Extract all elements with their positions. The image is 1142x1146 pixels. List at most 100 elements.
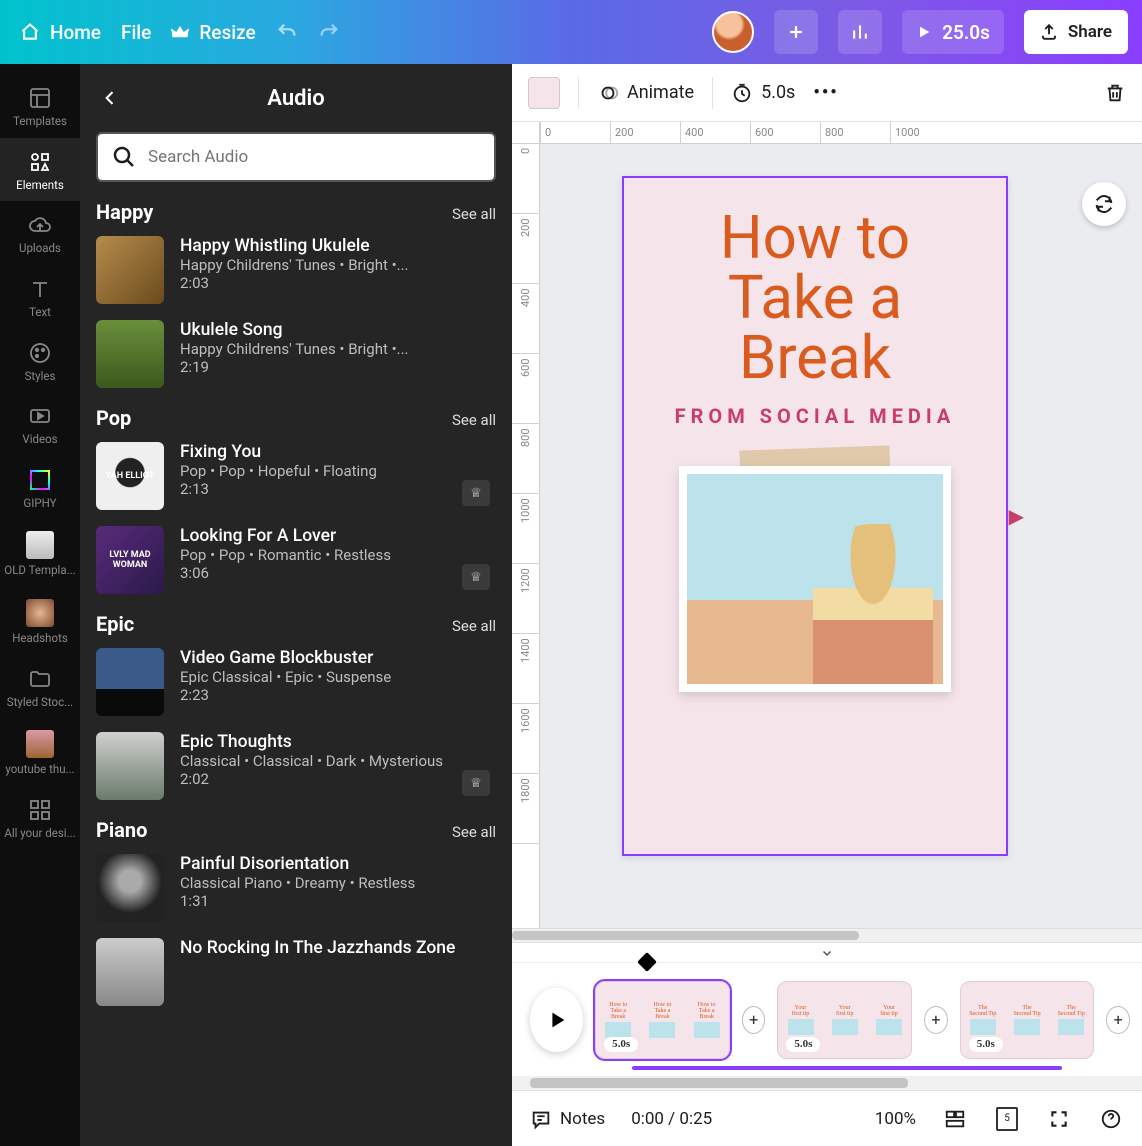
playhead[interactable] bbox=[640, 955, 654, 969]
track-duration: 2:23 bbox=[180, 686, 496, 704]
folder-thumb bbox=[26, 599, 54, 627]
track-title: Epic Thoughts bbox=[180, 732, 496, 752]
timeline-track bbox=[632, 1066, 1062, 1070]
share-button[interactable]: Share bbox=[1024, 10, 1128, 54]
sidebar-item-old-templates[interactable]: OLD Templa... bbox=[0, 519, 80, 587]
context-toolbar: Animate 5.0s ••• bbox=[512, 64, 1142, 122]
audio-track[interactable]: Happy Whistling Ukulele Happy Childrens'… bbox=[96, 236, 496, 304]
back-button[interactable] bbox=[100, 88, 120, 108]
help-button[interactable] bbox=[1098, 1106, 1124, 1132]
elements-icon bbox=[28, 150, 52, 174]
scene-duration-badge: 5.0s bbox=[786, 1037, 820, 1052]
timeline-scene[interactable]: TheSecond TipTheSecond TipTheSecond Tip5… bbox=[960, 981, 1095, 1059]
see-all-link[interactable]: See all bbox=[452, 411, 496, 429]
sidebar-item-all-designs[interactable]: All your desi... bbox=[0, 786, 80, 850]
crown-icon bbox=[171, 25, 189, 39]
search-icon bbox=[112, 145, 136, 169]
undo-button[interactable] bbox=[276, 21, 298, 43]
editor-viewport[interactable]: 02004006008001000 0200400600800100012001… bbox=[512, 122, 1142, 928]
color-swatch[interactable] bbox=[528, 77, 560, 109]
refresh-button[interactable] bbox=[1082, 182, 1126, 226]
track-tags: Happy Childrens' Tunes • Bright •... bbox=[180, 340, 496, 358]
track-duration: 2:19 bbox=[180, 358, 496, 376]
add-scene-button[interactable]: + bbox=[742, 1006, 766, 1034]
section-title: Pop bbox=[96, 406, 131, 430]
timeline-scene[interactable]: How toTake aBreakHow toTake aBreakHow to… bbox=[595, 981, 730, 1059]
track-title: Fixing You bbox=[180, 442, 496, 462]
track-tags: Classical Piano • Dreamy • Restless bbox=[180, 874, 496, 892]
track-artwork bbox=[96, 648, 164, 716]
delete-button[interactable] bbox=[1104, 82, 1126, 104]
bottom-bar: Notes 0:00 / 0:25 100% 5 bbox=[512, 1090, 1142, 1146]
videos-icon bbox=[28, 404, 52, 428]
chart-icon bbox=[850, 22, 870, 42]
animate-button[interactable]: Animate bbox=[597, 82, 694, 104]
audio-track[interactable]: YAH ELLIOT Fixing You Pop • Pop • Hopefu… bbox=[96, 442, 496, 510]
stage-photo[interactable] bbox=[679, 466, 951, 692]
horizontal-scrollbar[interactable] bbox=[512, 928, 1142, 942]
page-duration-button[interactable]: 5.0s bbox=[731, 82, 795, 104]
add-scene-button[interactable]: + bbox=[1106, 1006, 1130, 1034]
collapse-timeline-button[interactable] bbox=[512, 943, 1142, 963]
sidebar-item-youtube-thumbs[interactable]: youtube thu... bbox=[0, 718, 80, 786]
search-input[interactable] bbox=[148, 147, 480, 167]
audio-track[interactable]: Painful Disorientation Classical Piano •… bbox=[96, 854, 496, 922]
next-page-arrow[interactable]: ▶ bbox=[1009, 504, 1024, 528]
timeline-scene[interactable]: Yourfirst tipYourfirst tipYourfirst tip5… bbox=[777, 981, 912, 1059]
audio-track[interactable]: Video Game Blockbuster Epic Classical • … bbox=[96, 648, 496, 716]
track-title: Happy Whistling Ukulele bbox=[180, 236, 496, 256]
animate-icon bbox=[597, 82, 619, 104]
sidebar-item-headshots[interactable]: Headshots bbox=[0, 587, 80, 655]
audio-track[interactable]: Ukulele Song Happy Childrens' Tunes • Br… bbox=[96, 320, 496, 388]
giphy-icon bbox=[28, 468, 52, 492]
page-indicator[interactable]: 5 bbox=[994, 1106, 1020, 1132]
more-button[interactable]: ••• bbox=[813, 82, 838, 103]
sidebar-item-styled-stock[interactable]: Styled Stoc... bbox=[0, 655, 80, 719]
notes-icon bbox=[530, 1108, 552, 1130]
search-bar[interactable] bbox=[96, 132, 496, 182]
audio-track[interactable]: LVLY MAD WOMAN Looking For A Lover Pop •… bbox=[96, 526, 496, 594]
grid-view-button[interactable] bbox=[942, 1106, 968, 1132]
stage-photo-frame[interactable] bbox=[679, 466, 951, 692]
track-artwork: LVLY MAD WOMAN bbox=[96, 526, 164, 594]
zoom-readout[interactable]: 100% bbox=[875, 1109, 916, 1129]
grid-view-icon bbox=[944, 1108, 966, 1130]
track-artwork bbox=[96, 732, 164, 800]
sidebar-item-uploads[interactable]: Uploads bbox=[0, 201, 80, 265]
timeline-scrollbar[interactable] bbox=[512, 1076, 1142, 1090]
audio-track[interactable]: No Rocking In The Jazzhands Zone bbox=[96, 938, 496, 1006]
stage-title[interactable]: How to Take a Break bbox=[720, 208, 910, 388]
resize-menu[interactable]: Resize bbox=[171, 21, 255, 44]
sidebar-item-elements[interactable]: Elements bbox=[0, 138, 80, 202]
avatar[interactable] bbox=[712, 11, 754, 53]
file-menu[interactable]: File bbox=[121, 21, 151, 44]
sidebar-item-videos[interactable]: Videos bbox=[0, 392, 80, 456]
play-icon bbox=[916, 24, 932, 40]
notes-button[interactable]: Notes bbox=[530, 1108, 605, 1130]
fullscreen-button[interactable] bbox=[1046, 1106, 1072, 1132]
sidebar-item-templates[interactable]: Templates bbox=[0, 74, 80, 138]
audio-track[interactable]: Epic Thoughts Classical • Classical • Da… bbox=[96, 732, 496, 800]
track-title: Looking For A Lover bbox=[180, 526, 496, 546]
play-button[interactable] bbox=[530, 988, 583, 1052]
see-all-link[interactable]: See all bbox=[452, 205, 496, 223]
sidebar: Templates Elements Uploads Text Styles V… bbox=[0, 64, 80, 1146]
fullscreen-icon bbox=[1049, 1109, 1069, 1129]
home-button[interactable]: Home bbox=[20, 21, 101, 44]
play-duration-button[interactable]: 25.0s bbox=[902, 10, 1004, 54]
sidebar-item-text[interactable]: Text bbox=[0, 265, 80, 329]
grid-icon bbox=[28, 798, 52, 822]
redo-button[interactable] bbox=[318, 21, 340, 43]
add-member-button[interactable] bbox=[774, 10, 818, 54]
add-scene-button[interactable]: + bbox=[924, 1006, 948, 1034]
scene-duration-badge: 5.0s bbox=[604, 1037, 638, 1052]
sidebar-item-giphy[interactable]: GIPHY bbox=[0, 456, 80, 520]
see-all-link[interactable]: See all bbox=[452, 823, 496, 841]
insights-button[interactable] bbox=[838, 10, 882, 54]
see-all-link[interactable]: See all bbox=[452, 617, 496, 635]
top-bar: Home File Resize 25.0s Share bbox=[0, 0, 1142, 64]
stage-subtitle[interactable]: FROM SOCIAL MEDIA bbox=[675, 402, 956, 430]
sidebar-item-styles[interactable]: Styles bbox=[0, 329, 80, 393]
selected-page[interactable]: How to Take a Break FROM SOCIAL MEDIA ▶ bbox=[622, 176, 1008, 856]
ruler-vertical: 020040060080010001200140016001800 bbox=[512, 144, 540, 928]
